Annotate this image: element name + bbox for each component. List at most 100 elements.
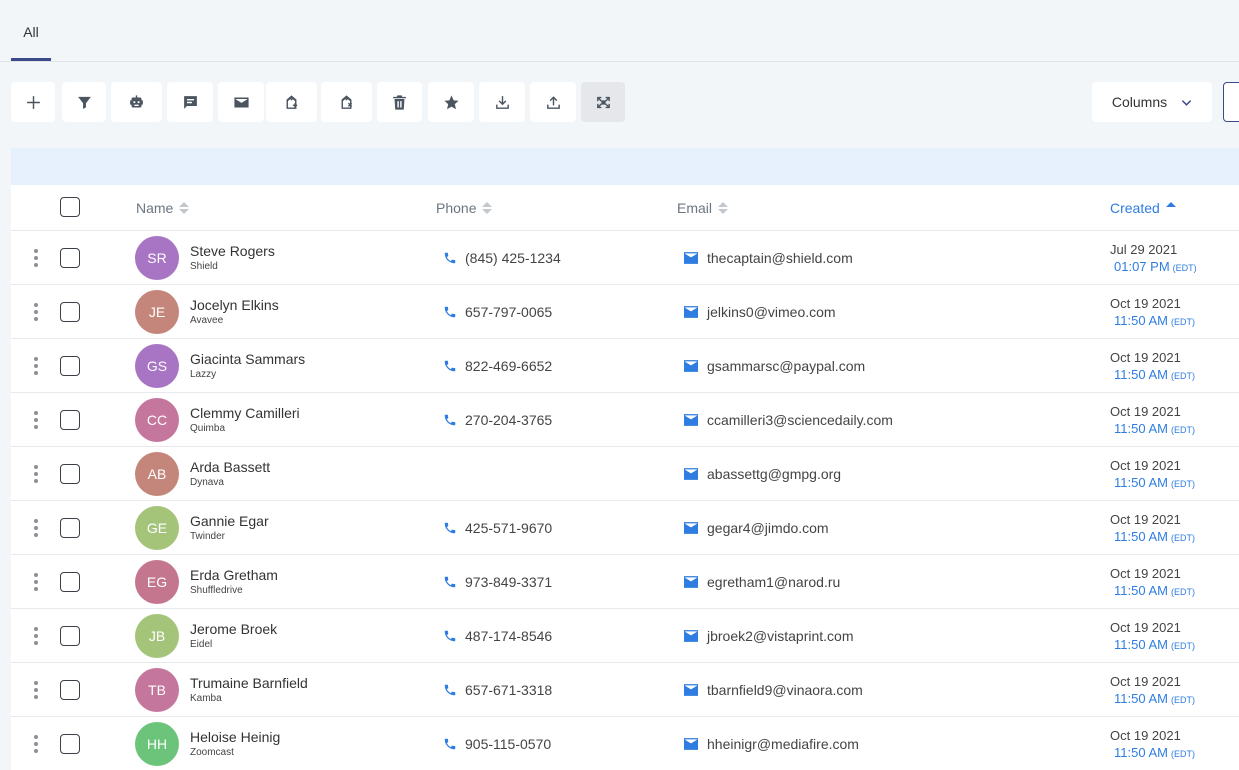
table-row[interactable]: TB Trumaine Barnfield Kamba 657-671-3318… — [11, 663, 1239, 717]
table-row[interactable]: JE Jocelyn Elkins Avavee 657-797-0065 je… — [11, 285, 1239, 339]
row-checkbox[interactable] — [60, 464, 80, 484]
contact-email[interactable]: thecaptain@shield.com — [684, 231, 853, 285]
email-address: tbarnfield9@vinaora.com — [707, 682, 863, 698]
contact-phone[interactable]: (845) 425-1234 — [443, 231, 561, 285]
table-row[interactable]: GS Giacinta Sammars Lazzy 822-469-6652 g… — [11, 339, 1239, 393]
table-row[interactable]: SR Steve Rogers Shield (845) 425-1234 th… — [11, 231, 1239, 285]
fullscreen-button[interactable] — [581, 82, 625, 122]
star-icon — [443, 94, 459, 109]
contact-company: Avavee — [190, 315, 224, 326]
phone-number: 487-174-8546 — [465, 628, 553, 644]
created-date: Oct 19 2021 — [1110, 566, 1181, 581]
contact-email[interactable]: gegar4@jimdo.com — [684, 501, 829, 555]
add-button[interactable] — [11, 82, 55, 122]
mail-icon — [684, 576, 698, 588]
contact-email[interactable]: jbroek2@vistaprint.com — [684, 609, 854, 663]
contact-phone[interactable]: 487-174-8546 — [443, 609, 552, 663]
table-row[interactable]: HH Heloise Heinig Zoomcast 905-115-0570 … — [11, 717, 1239, 770]
columns-dropdown[interactable]: Columns — [1092, 82, 1212, 122]
created-time: 11:50 AM (EDT) — [1114, 691, 1195, 706]
table-row[interactable]: GE Gannie Egar Twinder 425-571-9670 gega… — [11, 501, 1239, 555]
contact-phone[interactable]: 657-671-3318 — [443, 663, 552, 717]
favorite-button[interactable] — [428, 82, 474, 122]
remove-tag-button[interactable] — [321, 82, 372, 122]
row-checkbox[interactable] — [60, 356, 80, 376]
tab-all[interactable]: All — [11, 0, 51, 61]
column-header-created[interactable]: Created — [1110, 185, 1176, 231]
contact-phone[interactable]: 973-849-3371 — [443, 555, 552, 609]
contact-email[interactable]: hheinigr@mediafire.com — [684, 717, 859, 770]
contact-email[interactable]: abassettg@gmpg.org — [684, 447, 841, 501]
table-row[interactable]: JB Jerome Broek Eidel 487-174-8546 jbroe… — [11, 609, 1239, 663]
column-header-label: Email — [677, 200, 713, 216]
contact-phone[interactable]: 657-797-0065 — [443, 285, 552, 339]
contact-name[interactable]: Giacinta Sammars — [190, 351, 305, 367]
column-header-email[interactable]: Email — [677, 185, 729, 231]
contact-phone[interactable]: 425-571-9670 — [443, 501, 552, 555]
contact-name[interactable]: Heloise Heinig — [190, 729, 280, 745]
drag-handle-icon[interactable] — [33, 411, 39, 429]
drag-handle-icon[interactable] — [33, 303, 39, 321]
drag-handle-icon[interactable] — [33, 573, 39, 591]
sort-icon — [482, 202, 493, 214]
table-row[interactable]: AB Arda Bassett Dynava abassettg@gmpg.or… — [11, 447, 1239, 501]
email-button[interactable] — [218, 82, 264, 122]
contact-email[interactable]: egretham1@narod.ru — [684, 555, 840, 609]
contact-email[interactable]: jelkins0@vimeo.com — [684, 285, 836, 339]
phone-icon — [444, 522, 456, 534]
phone-icon — [444, 738, 456, 750]
row-checkbox[interactable] — [60, 572, 80, 592]
row-checkbox[interactable] — [60, 302, 80, 322]
column-header-name[interactable]: Name — [136, 185, 190, 231]
contact-phone[interactable]: 822-469-6652 — [443, 339, 552, 393]
tab-bar: All — [0, 0, 1239, 62]
contact-phone[interactable]: 905-115-0570 — [443, 717, 551, 770]
drag-handle-icon[interactable] — [33, 465, 39, 483]
delete-button[interactable] — [377, 82, 422, 122]
row-checkbox[interactable] — [60, 734, 80, 754]
drag-handle-icon[interactable] — [33, 519, 39, 537]
column-header-phone[interactable]: Phone — [436, 185, 493, 231]
contact-company: Shield — [190, 261, 218, 272]
upload-button[interactable] — [530, 82, 576, 122]
contact-phone[interactable]: 270-204-3765 — [443, 393, 552, 447]
row-checkbox[interactable] — [60, 410, 80, 430]
mail-icon — [684, 684, 698, 696]
drag-handle-icon[interactable] — [33, 735, 39, 753]
table-row[interactable]: EG Erda Gretham Shuffledrive 973-849-337… — [11, 555, 1239, 609]
created-time: 11:50 AM (EDT) — [1114, 529, 1195, 544]
download-icon — [495, 95, 509, 109]
drag-handle-icon[interactable] — [33, 627, 39, 645]
contacts-table: Name Phone Email Created SR Steve Rogers… — [11, 185, 1239, 770]
contact-name[interactable]: Jerome Broek — [190, 621, 277, 637]
contact-name[interactable]: Arda Bassett — [190, 459, 270, 475]
row-checkbox[interactable] — [60, 680, 80, 700]
overflow-button[interactable] — [1223, 82, 1239, 122]
contact-name[interactable]: Clemmy Camilleri — [190, 405, 300, 421]
contact-name[interactable]: Erda Gretham — [190, 567, 278, 583]
table-row[interactable]: CC Clemmy Camilleri Quimba 270-204-3765 … — [11, 393, 1239, 447]
sms-button[interactable] — [167, 82, 213, 122]
drag-handle-icon[interactable] — [33, 357, 39, 375]
chevron-down-icon — [1181, 99, 1192, 106]
contact-email[interactable]: gsammarsc@paypal.com — [684, 339, 865, 393]
drag-handle-icon[interactable] — [33, 249, 39, 267]
contact-email[interactable]: ccamilleri3@sciencedaily.com — [684, 393, 893, 447]
contact-name[interactable]: Trumaine Barnfield — [190, 675, 308, 691]
contact-name[interactable]: Steve Rogers — [190, 243, 275, 259]
row-checkbox[interactable] — [60, 518, 80, 538]
contact-email[interactable]: tbarnfield9@vinaora.com — [684, 663, 863, 717]
automation-button[interactable] — [111, 82, 162, 122]
drag-handle-icon[interactable] — [33, 681, 39, 699]
phone-icon — [444, 360, 456, 372]
row-checkbox[interactable] — [60, 248, 80, 268]
email-address: egretham1@narod.ru — [707, 574, 841, 590]
add-tag-button[interactable] — [266, 82, 317, 122]
contact-name[interactable]: Gannie Egar — [190, 513, 269, 529]
select-all-checkbox[interactable] — [60, 197, 80, 217]
phone-icon — [444, 252, 456, 264]
contact-name[interactable]: Jocelyn Elkins — [190, 297, 279, 313]
row-checkbox[interactable] — [60, 626, 80, 646]
download-button[interactable] — [479, 82, 525, 122]
filter-button[interactable] — [62, 82, 106, 122]
